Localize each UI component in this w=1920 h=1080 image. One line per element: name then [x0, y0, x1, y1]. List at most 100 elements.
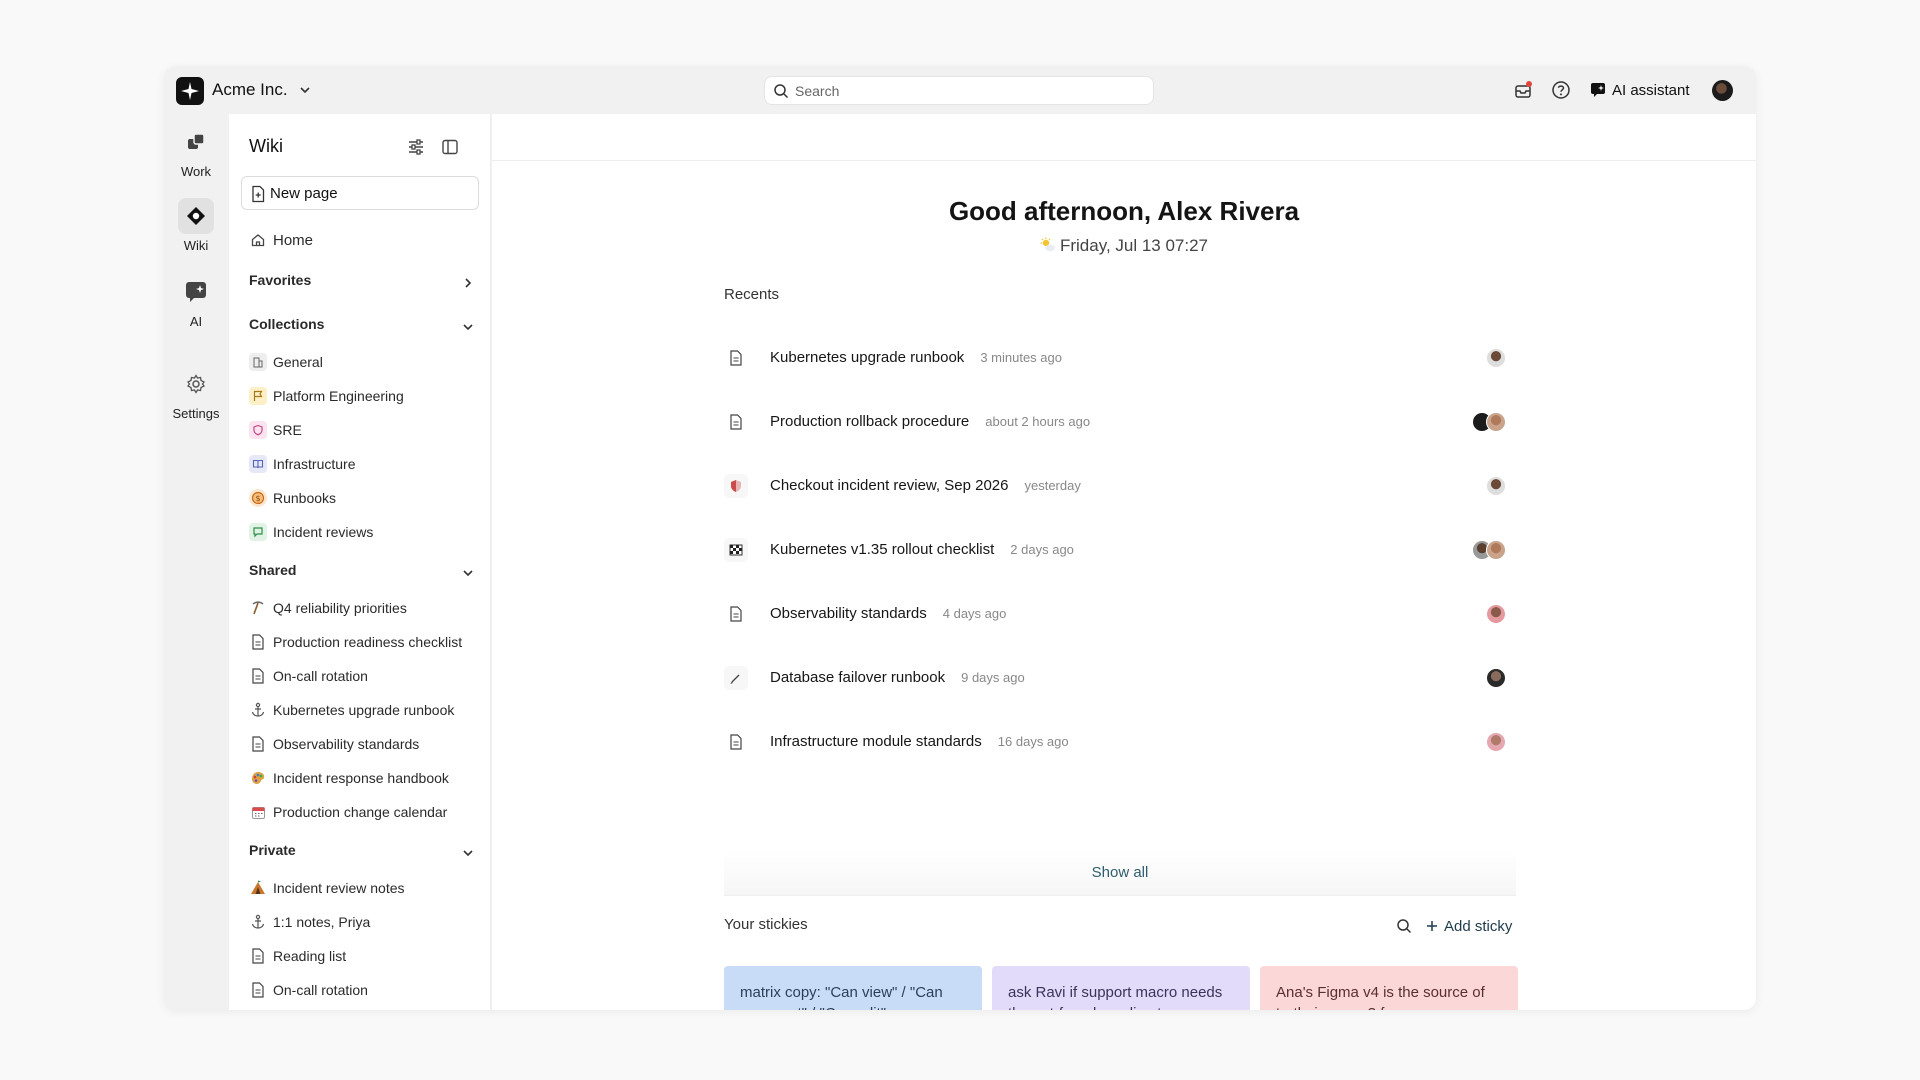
new-page-button[interactable]: New page — [241, 176, 479, 210]
sidebar-item-infrastructure[interactable]: Infrastructure — [249, 452, 479, 476]
chevron-right-icon[interactable] — [461, 276, 475, 290]
sidebar-item-1-1-notes-priya[interactable]: 1:1 notes, Priya — [249, 910, 479, 934]
rail-item-work[interactable]: Work — [164, 124, 228, 179]
recent-title: Kubernetes upgrade runbook — [770, 349, 965, 366]
document-icon — [724, 730, 748, 754]
coin-icon: $ — [249, 489, 267, 507]
building-icon-wrap — [249, 353, 267, 371]
svg-text:$: $ — [255, 494, 260, 503]
sidebar-item-label: SRE — [273, 422, 302, 438]
chevron-down-icon[interactable] — [298, 83, 312, 97]
sidebar-item-reading-list[interactable]: Reading list — [249, 944, 479, 968]
page-title: Good afternoon, Alex Rivera — [948, 196, 1300, 226]
recent-item[interactable]: Checkout incident review, Sep 2026 yester… — [724, 466, 1516, 506]
sidebar-title: Wiki — [249, 136, 283, 156]
avatar[interactable] — [1712, 80, 1733, 101]
filter-sliders-icon[interactable] — [407, 138, 425, 156]
rail-item-wiki[interactable]: Wiki — [164, 198, 228, 253]
new-page-label: New page — [270, 185, 338, 202]
recent-item[interactable]: Infrastructure module standards 16 days a… — [724, 722, 1516, 762]
sidebar-item-label: Observability standards — [273, 736, 420, 752]
recent-title: Checkout incident review, Sep 2026 — [770, 477, 1009, 494]
document-icon — [724, 602, 748, 626]
sticky-note[interactable]: ask Ravi if support macro needs the not-… — [992, 966, 1250, 1010]
help-icon[interactable] — [1550, 79, 1572, 101]
recent-item[interactable]: Kubernetes upgrade runbook 3 minutes ago — [724, 338, 1516, 378]
shared-header[interactable]: Shared — [249, 562, 479, 586]
building-icon — [249, 353, 267, 371]
sidebar-item-runbooks[interactable]: $ Runbooks — [249, 486, 479, 510]
document-icon — [724, 346, 748, 370]
avatar[interactable] — [1486, 732, 1506, 752]
sidebar-item-production-readiness-checklist[interactable]: Production readiness checklist — [249, 630, 479, 654]
avatar[interactable] — [1486, 540, 1506, 560]
avatar[interactable] — [1486, 668, 1506, 688]
ai-assistant-button[interactable]: AI assistant — [1590, 78, 1690, 102]
sidebar-item-label: General — [273, 354, 323, 370]
document-icon — [249, 735, 267, 753]
recent-title: Database failover runbook — [770, 669, 946, 686]
sidebar-item-observability-standards[interactable]: Observability standards — [249, 732, 479, 756]
workspace-name[interactable]: Acme Inc. — [212, 80, 288, 100]
chevron-down-icon[interactable] — [461, 846, 475, 860]
search-placeholder: Search — [795, 83, 840, 99]
recent-item[interactable]: Production rollback procedure about 2 hou… — [724, 402, 1516, 442]
sidebar-item-on-call-rotation-private[interactable]: On-call rotation — [249, 978, 479, 1002]
rail-item-settings[interactable]: Settings — [164, 366, 228, 421]
search-input[interactable]: Search — [764, 76, 1154, 105]
chevron-down-icon[interactable] — [461, 320, 475, 334]
sidebar-item-general[interactable]: General — [249, 350, 479, 374]
add-sticky-button[interactable]: Add sticky — [1426, 918, 1512, 935]
search-icon[interactable] — [1396, 918, 1412, 934]
coin-icon-wrap: $ — [249, 489, 267, 507]
recent-item[interactable]: Observability standards 4 days ago — [724, 594, 1516, 634]
sidebar-item-q4-reliability-priorities[interactable]: Q4 reliability priorities — [249, 596, 479, 620]
recent-time: 3 minutes ago — [980, 350, 1062, 365]
recent-item[interactable]: Kubernetes v1.35 rollout checklist 2 days… — [724, 530, 1516, 570]
sidebar-item-sre[interactable]: SRE — [249, 418, 479, 442]
sidebar-item-production-change-calendar[interactable]: Production change calendar — [249, 800, 479, 824]
avatar[interactable] — [1486, 412, 1506, 432]
sidebar-item-incident-reviews[interactable]: Incident reviews — [249, 520, 479, 544]
show-all-link[interactable]: Show all — [724, 864, 1516, 881]
document-icon — [249, 667, 267, 685]
sidebar-item-kubernetes-upgrade-runbook[interactable]: Kubernetes upgrade runbook — [249, 698, 479, 722]
sticky-note[interactable]: matrix copy: "Can view" / "Can comment" … — [724, 966, 982, 1010]
avatar[interactable] — [1486, 348, 1506, 368]
collections-header[interactable]: Collections — [249, 316, 479, 340]
sidebar-item-label: Incident response handbook — [273, 770, 449, 786]
recent-time: yesterday — [1024, 478, 1081, 493]
recent-time: 9 days ago — [961, 670, 1025, 685]
recent-title: Infrastructure module standards — [770, 733, 982, 750]
rail-item-ai[interactable]: AI — [164, 274, 228, 329]
stickies-heading: Your stickies — [724, 916, 808, 933]
sidebar-item-incident-review-notes[interactable]: Incident review notes — [249, 876, 479, 900]
ai-icon — [178, 274, 214, 310]
rail-label: Wiki — [183, 238, 209, 253]
document-icon — [249, 981, 267, 999]
avatar[interactable] — [1486, 476, 1506, 496]
sidebar-item-incident-response-handbook[interactable]: Incident response handbook — [249, 766, 479, 790]
sidebar-item-home[interactable]: Home — [249, 228, 479, 252]
inbox-icon[interactable] — [1512, 79, 1534, 101]
sidebar-item-on-call-rotation[interactable]: On-call rotation — [249, 664, 479, 688]
avatar[interactable] — [1486, 604, 1506, 624]
recent-title: Observability standards — [770, 605, 927, 622]
private-header[interactable]: Private — [249, 842, 479, 866]
sticky-note[interactable]: Ana's Figma v4 is the source of truth, i… — [1260, 966, 1518, 1010]
sidebar-item-platform-engineering[interactable]: Platform Engineering — [249, 384, 479, 408]
home-icon — [249, 231, 267, 249]
workspace-logo-icon[interactable] — [176, 77, 204, 105]
sidebar-item-label: Incident reviews — [273, 524, 374, 540]
sidebar-toggle-icon[interactable] — [441, 138, 459, 156]
palette-icon — [249, 769, 267, 787]
add-sticky-label: Add sticky — [1444, 917, 1513, 935]
sidebar-item-label: On-call rotation — [273, 982, 368, 998]
chevron-down-icon[interactable] — [461, 566, 475, 580]
favorites-header[interactable]: Favorites — [249, 272, 479, 296]
recent-item[interactable]: Database failover runbook 9 days ago — [724, 658, 1516, 698]
pen-icon — [724, 666, 748, 690]
app-window: Acme Inc. Search AI assistant Work Wiki — [164, 66, 1756, 1010]
book-icon-wrap — [249, 455, 267, 473]
stickies-toolbar: Add sticky — [1396, 916, 1512, 936]
